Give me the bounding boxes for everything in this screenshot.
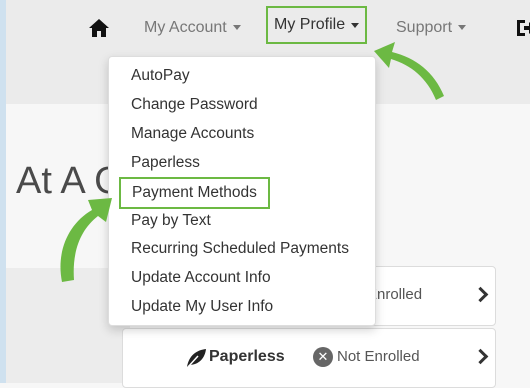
status-card-paperless[interactable]: Paperless ✕ Not Enrolled <box>122 328 496 388</box>
menu-item-recurring-scheduled-payments[interactable]: Recurring Scheduled Payments <box>131 238 349 260</box>
logout-icon <box>517 19 530 36</box>
caret-down-icon <box>232 25 241 30</box>
x-circle-icon: ✕ <box>313 347 333 367</box>
green-arrow-icon <box>60 198 112 282</box>
nav-my-profile[interactable]: My Profile <box>266 6 368 44</box>
menu-item-pay-by-text[interactable]: Pay by Text <box>131 210 211 232</box>
my-profile-dropdown-menu: AutoPay Change Password Manage Accounts … <box>108 56 376 326</box>
menu-item-manage-accounts[interactable]: Manage Accounts <box>131 123 254 145</box>
menu-item-autopay[interactable]: AutoPay <box>131 65 190 87</box>
menu-item-payment-methods[interactable]: Payment Methods <box>119 177 270 209</box>
card-label: Paperless <box>209 348 285 365</box>
menu-item-change-password[interactable]: Change Password <box>131 94 258 116</box>
card-status: Not Enrolled <box>337 348 420 365</box>
nav-my-account-label: My Account <box>144 18 227 36</box>
leaf-icon <box>187 349 206 368</box>
nav-my-account[interactable]: My Account <box>144 0 241 55</box>
nav-my-profile-label: My Profile <box>274 16 346 33</box>
chevron-right-icon <box>472 348 489 365</box>
caret-down-icon <box>351 22 360 28</box>
menu-item-paperless[interactable]: Paperless <box>131 152 200 174</box>
home-icon <box>89 18 109 37</box>
chevron-right-icon <box>472 286 489 303</box>
caret-down-icon <box>458 25 467 30</box>
logout-link[interactable] <box>514 0 530 55</box>
menu-item-update-account-info[interactable]: Update Account Info <box>131 267 271 289</box>
home-link[interactable] <box>84 0 114 55</box>
menu-item-update-my-user-info[interactable]: Update My User Info <box>131 296 273 318</box>
green-arrow-icon <box>374 42 444 100</box>
